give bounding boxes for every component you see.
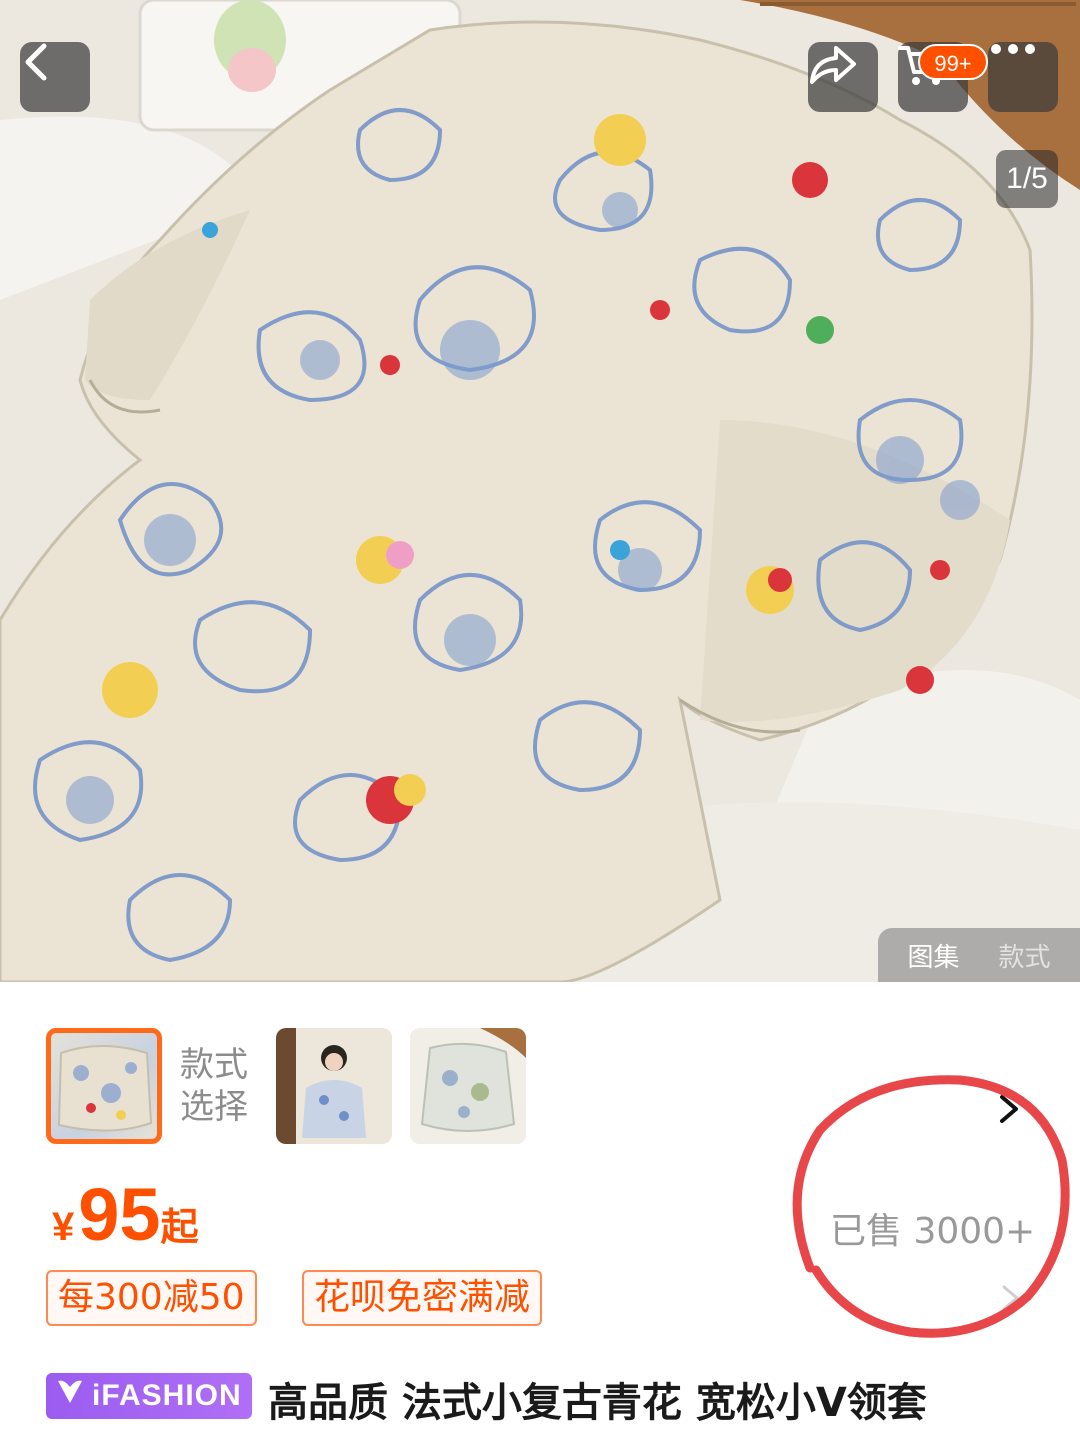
tab-style[interactable]: 款式 (998, 937, 1050, 974)
more-button[interactable] (988, 42, 1058, 112)
image-page-indicator: 1/5 (996, 150, 1058, 208)
style-label-line2: 选择 (180, 1087, 248, 1127)
product-photo (0, 0, 1080, 982)
product-title: 高品质 法式小复古青花 宽松小V领套 (268, 1380, 927, 1426)
brand-badge: iFASHION (46, 1373, 252, 1419)
style-thumbnail-selected[interactable] (46, 1028, 162, 1144)
gallery-view-tabs: 图集 款式 (878, 928, 1080, 982)
price-amount: 95 (78, 1173, 161, 1256)
coupon-tag-huabei[interactable]: 花呗免密满减 (302, 1270, 543, 1326)
coupon-tag-discount[interactable]: 每300减50 (46, 1270, 257, 1326)
back-button[interactable] (20, 42, 90, 112)
product-price: ¥95起 (52, 1172, 199, 1257)
heart-logo-icon (54, 1377, 86, 1415)
brand-name: iFASHION (92, 1379, 242, 1412)
tab-gallery[interactable]: 图集 (907, 937, 959, 974)
style-label-line1: 款式 (180, 1045, 248, 1085)
style-thumbnail-model[interactable] (276, 1028, 392, 1144)
price-currency: ¥ (52, 1205, 75, 1249)
highlight-circle-annotation (792, 1075, 1070, 1338)
cart-count-badge: 99+ (918, 44, 988, 80)
price-suffix: 起 (160, 1205, 199, 1249)
share-button[interactable] (808, 42, 878, 112)
style-selector-label: 款式 选择 (180, 1044, 262, 1128)
product-image[interactable]: 99+ 1/5 图集 款式 (0, 0, 1080, 982)
style-thumbnail-flat[interactable] (410, 1028, 526, 1144)
